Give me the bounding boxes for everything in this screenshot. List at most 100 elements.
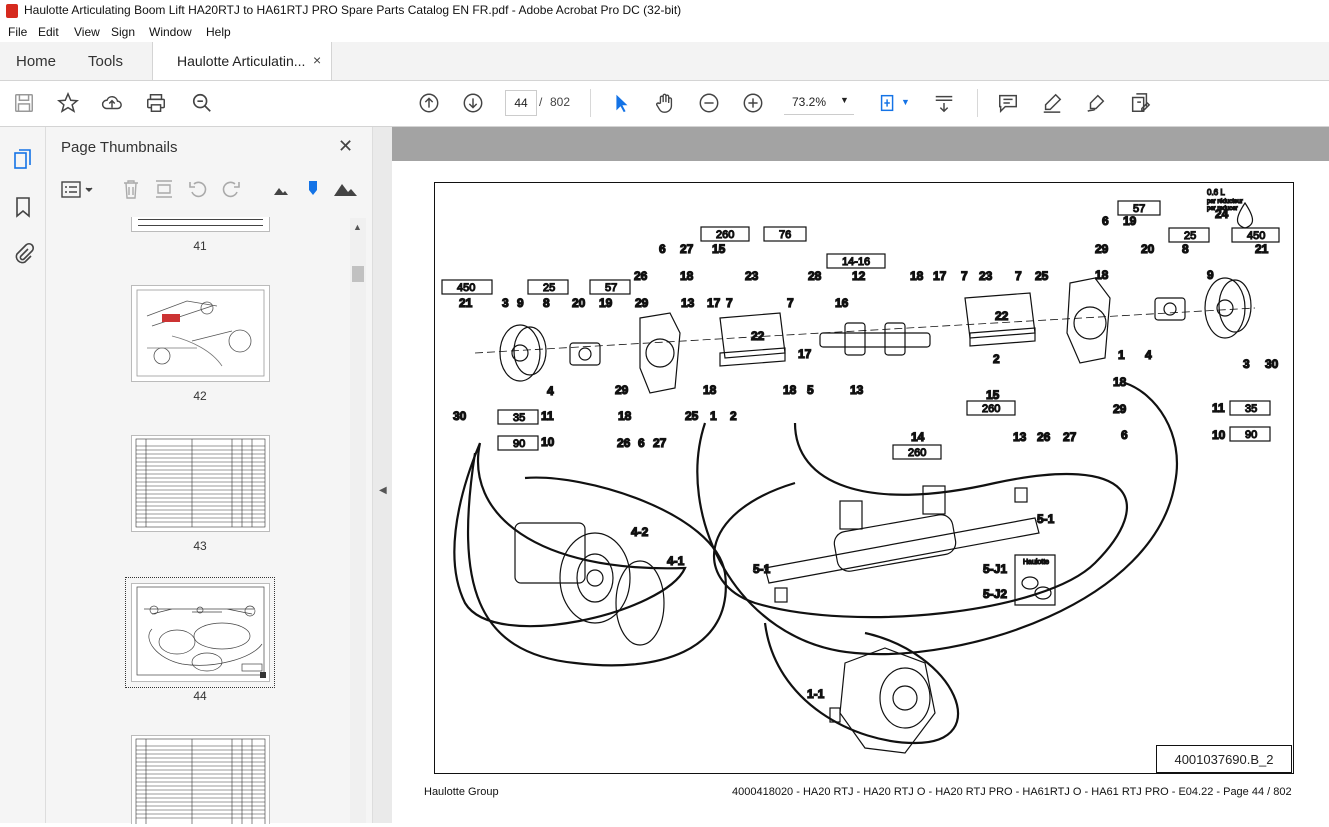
collapse-panel-icon[interactable]: ◀ bbox=[379, 485, 387, 496]
next-page-icon[interactable] bbox=[461, 91, 485, 115]
window-title: Haulotte Articulating Boom Lift HA20RTJ … bbox=[24, 3, 682, 17]
close-panel-icon[interactable]: ✕ bbox=[338, 136, 353, 157]
page-thumbnail[interactable] bbox=[131, 735, 270, 827]
part-label: 28 bbox=[808, 269, 822, 283]
print-icon[interactable] bbox=[144, 91, 168, 115]
attachments-icon[interactable] bbox=[11, 241, 35, 265]
hand-tool-icon[interactable] bbox=[653, 91, 677, 115]
part-label: 11 bbox=[541, 409, 554, 423]
part-label: 12 bbox=[852, 269, 866, 283]
part-label: 21 bbox=[459, 296, 473, 310]
part-label: 7 bbox=[961, 269, 968, 283]
page-number-input[interactable]: 44 bbox=[505, 90, 537, 116]
part-label: 16 bbox=[835, 296, 849, 310]
torque-label: 35 bbox=[1245, 403, 1257, 415]
callout-label: 1-1 bbox=[807, 687, 825, 701]
part-label: 1 bbox=[710, 409, 717, 423]
bookmark-star-icon[interactable] bbox=[56, 91, 80, 115]
find-zoom-icon[interactable] bbox=[190, 91, 214, 115]
panel-title: Page Thumbnails bbox=[61, 139, 178, 156]
panel-splitter[interactable]: ◀ bbox=[372, 127, 393, 823]
torque-label: 76 bbox=[779, 229, 791, 241]
thumbnail-small-icon[interactable] bbox=[270, 178, 292, 200]
zoom-out-icon[interactable] bbox=[697, 91, 721, 115]
rotate-left-icon[interactable] bbox=[187, 178, 209, 200]
bookmarks-icon[interactable] bbox=[11, 195, 35, 219]
thumbnails-panel: Page Thumbnails ✕ 41 42 43 44 bbox=[46, 127, 372, 827]
part-label: 4 bbox=[547, 384, 554, 398]
part-label: 18 bbox=[783, 383, 797, 397]
part-label: 2 bbox=[993, 352, 1000, 366]
page-thumbnail-current[interactable] bbox=[131, 583, 270, 682]
footer-document-info: 4000418020 - HA20 RTJ - HA20 RTJ O - HA2… bbox=[732, 786, 1292, 798]
oil-drop-icon bbox=[1236, 201, 1254, 229]
upload-cloud-icon[interactable] bbox=[100, 91, 124, 115]
part-label: 14 bbox=[911, 430, 925, 444]
reducer-right bbox=[1154, 297, 1186, 321]
tab-document[interactable]: Haulotte Articulatin... × bbox=[152, 42, 332, 80]
tab-tools[interactable]: Tools bbox=[88, 53, 123, 70]
page-thumbnails-icon[interactable] bbox=[11, 147, 35, 171]
zoom-in-icon[interactable] bbox=[741, 91, 765, 115]
part-label: 2 bbox=[730, 409, 737, 423]
scrollbar-thumb[interactable] bbox=[352, 266, 364, 282]
oil-note: 0.6 L bbox=[1207, 188, 1225, 197]
menu-view[interactable]: View bbox=[74, 25, 100, 39]
tab-close-icon[interactable]: × bbox=[313, 52, 321, 68]
thumbnail-page-number: 42 bbox=[193, 389, 207, 403]
edit-pdf-icon[interactable] bbox=[1128, 91, 1152, 115]
tab-home[interactable]: Home bbox=[16, 53, 56, 70]
thumbnail-options-icon[interactable] bbox=[60, 179, 96, 201]
zoom-level-select[interactable]: 73.2% ▼ bbox=[784, 90, 854, 115]
part-label: 6 bbox=[659, 242, 666, 256]
toolbar-divider bbox=[590, 89, 591, 117]
menu-help[interactable]: Help bbox=[206, 25, 231, 39]
part-label: 17 bbox=[707, 296, 721, 310]
prev-page-icon[interactable] bbox=[417, 91, 441, 115]
part-label: 26 bbox=[617, 436, 631, 450]
scroll-up-icon[interactable]: ▲ bbox=[353, 222, 362, 232]
torque-label: 450 bbox=[1247, 230, 1265, 242]
save-icon[interactable] bbox=[12, 91, 36, 115]
part-label: 18 bbox=[910, 269, 924, 283]
comment-icon[interactable] bbox=[996, 91, 1020, 115]
part-label: 23 bbox=[745, 269, 759, 283]
thumbnail-large-icon[interactable] bbox=[332, 178, 358, 200]
fit-page-icon[interactable] bbox=[876, 91, 900, 115]
thumbnail-scrollbar[interactable]: ▲ bbox=[350, 218, 366, 823]
part-label: 8 bbox=[1182, 242, 1189, 256]
part-label: 7 bbox=[1015, 269, 1022, 283]
sign-icon[interactable] bbox=[1084, 91, 1108, 115]
menu-window[interactable]: Window bbox=[149, 25, 192, 39]
part-label: 9 bbox=[1207, 268, 1214, 282]
part-label: 5 bbox=[807, 383, 814, 397]
part-label: 9 bbox=[517, 296, 524, 310]
rotate-right-icon[interactable] bbox=[220, 178, 242, 200]
torque-label: 450 bbox=[457, 282, 475, 294]
part-label: 3 bbox=[1243, 357, 1250, 371]
page-thumbnail[interactable] bbox=[131, 217, 270, 232]
thumbnail-size-slider-icon[interactable] bbox=[302, 178, 324, 200]
page-thumbnail[interactable] bbox=[131, 435, 270, 532]
fit-page-chevron-icon[interactable]: ▼ bbox=[901, 97, 910, 107]
part-label: 13 bbox=[681, 296, 695, 310]
part-label: 15 bbox=[986, 388, 1000, 402]
select-cursor-icon[interactable] bbox=[609, 91, 633, 115]
page-total: 802 bbox=[550, 95, 571, 109]
part-label: 20 bbox=[572, 296, 586, 310]
kit-label: Haulotte bbox=[1023, 559, 1049, 566]
part-label: 4 bbox=[1145, 348, 1152, 362]
menu-sign[interactable]: Sign bbox=[111, 25, 135, 39]
page-thumbnail[interactable] bbox=[131, 285, 270, 382]
scroll-mode-icon[interactable] bbox=[932, 91, 956, 115]
delete-page-icon[interactable] bbox=[120, 178, 142, 200]
menu-file[interactable]: File bbox=[8, 25, 27, 39]
part-label: 29 bbox=[615, 383, 629, 397]
document-top-gutter bbox=[392, 127, 1329, 161]
highlight-pen-icon[interactable] bbox=[1040, 91, 1064, 115]
menu-edit[interactable]: Edit bbox=[38, 25, 59, 39]
toolbar: 44 / 802 73.2% ▼ ▼ bbox=[0, 81, 1329, 127]
torque-label: 25 bbox=[1184, 230, 1196, 242]
extract-page-icon[interactable] bbox=[153, 178, 175, 200]
part-label: 30 bbox=[453, 409, 467, 423]
